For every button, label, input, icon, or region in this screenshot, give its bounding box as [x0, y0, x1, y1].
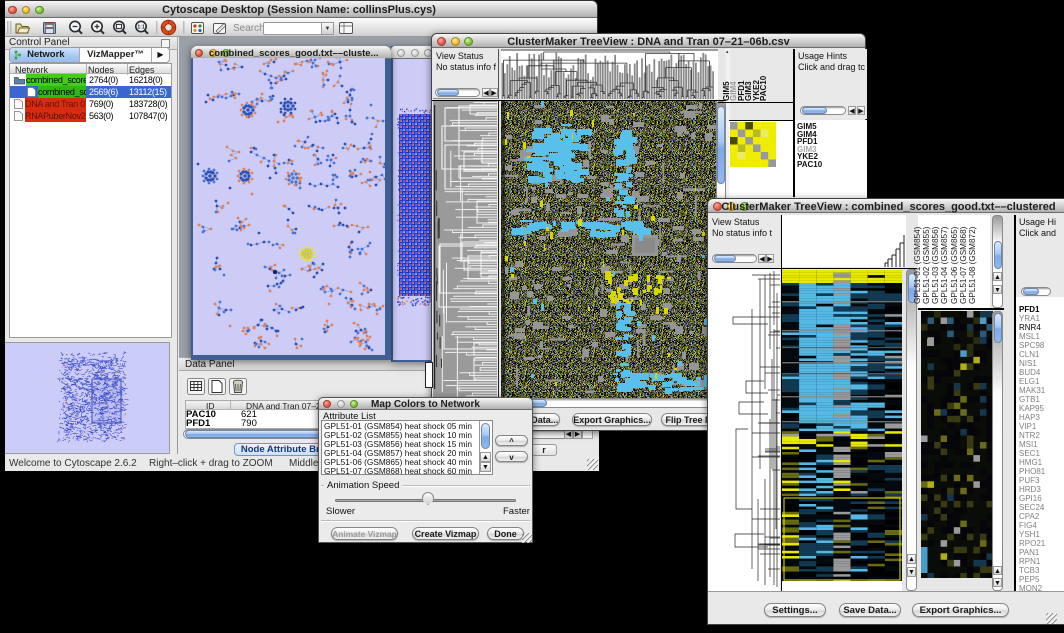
svg-text:1:1: 1:1 [137, 24, 144, 30]
